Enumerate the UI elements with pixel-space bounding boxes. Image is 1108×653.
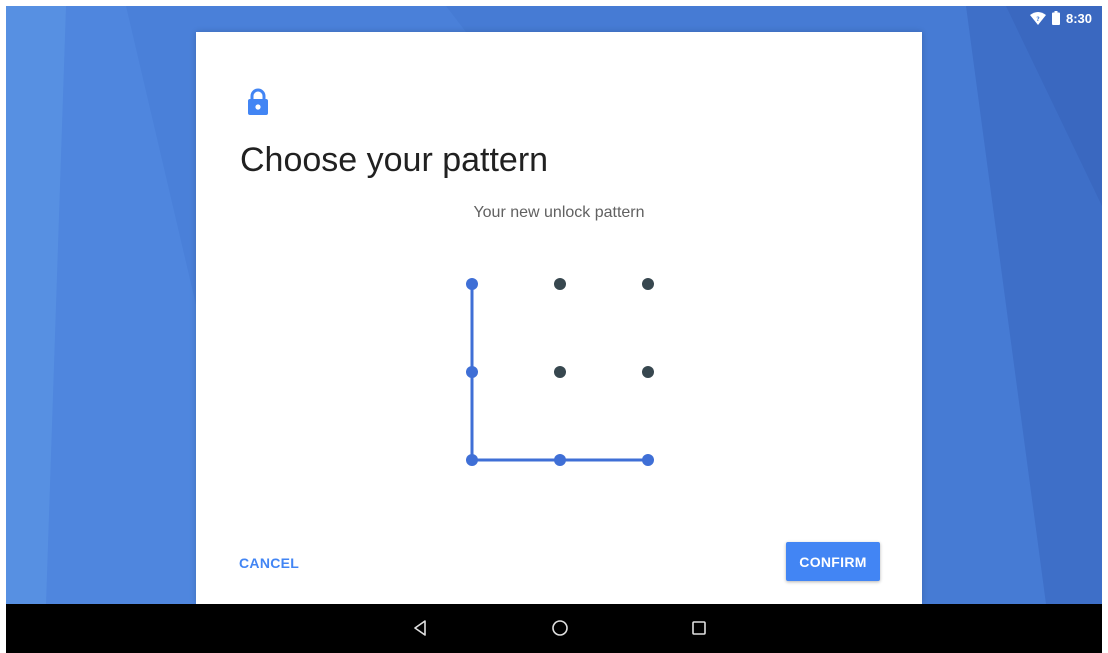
battery-icon — [1051, 11, 1060, 25]
pattern-dot-5[interactable] — [554, 366, 566, 378]
status-time: 8:30 — [1065, 10, 1092, 26]
home-icon[interactable] — [548, 616, 572, 640]
recents-icon[interactable] — [687, 616, 711, 640]
pattern-dot-7[interactable] — [466, 454, 478, 466]
pattern-dot-8[interactable] — [554, 454, 566, 466]
pattern-dot-6[interactable] — [642, 366, 654, 378]
lock-icon — [248, 88, 268, 115]
choose-pattern-dialog: Choose your pattern Your new unlock patt… — [196, 32, 922, 604]
wifi-icon: ? — [1029, 11, 1046, 25]
pattern-dot-2[interactable] — [554, 278, 566, 290]
dialog-title: Choose your pattern — [240, 141, 549, 179]
pattern-instruction: Your new unlock pattern — [473, 204, 645, 221]
pattern-dot-1[interactable] — [466, 278, 478, 290]
back-icon[interactable] — [408, 616, 432, 640]
device-screen: ? 8:30 Choose your pattern Your new unlo… — [6, 6, 1102, 653]
pattern-dot-4[interactable] — [466, 366, 478, 378]
pattern-dot-9[interactable] — [642, 454, 654, 466]
navigation-bar — [6, 604, 1102, 653]
pattern-dot-3[interactable] — [642, 278, 654, 290]
pattern-grid[interactable] — [442, 254, 678, 490]
status-bar: ? 8:30 — [1029, 6, 1092, 30]
confirm-button[interactable]: CONFIRM — [786, 542, 880, 581]
cancel-button[interactable]: CANCEL — [232, 547, 306, 579]
svg-text:?: ? — [1036, 16, 1040, 23]
